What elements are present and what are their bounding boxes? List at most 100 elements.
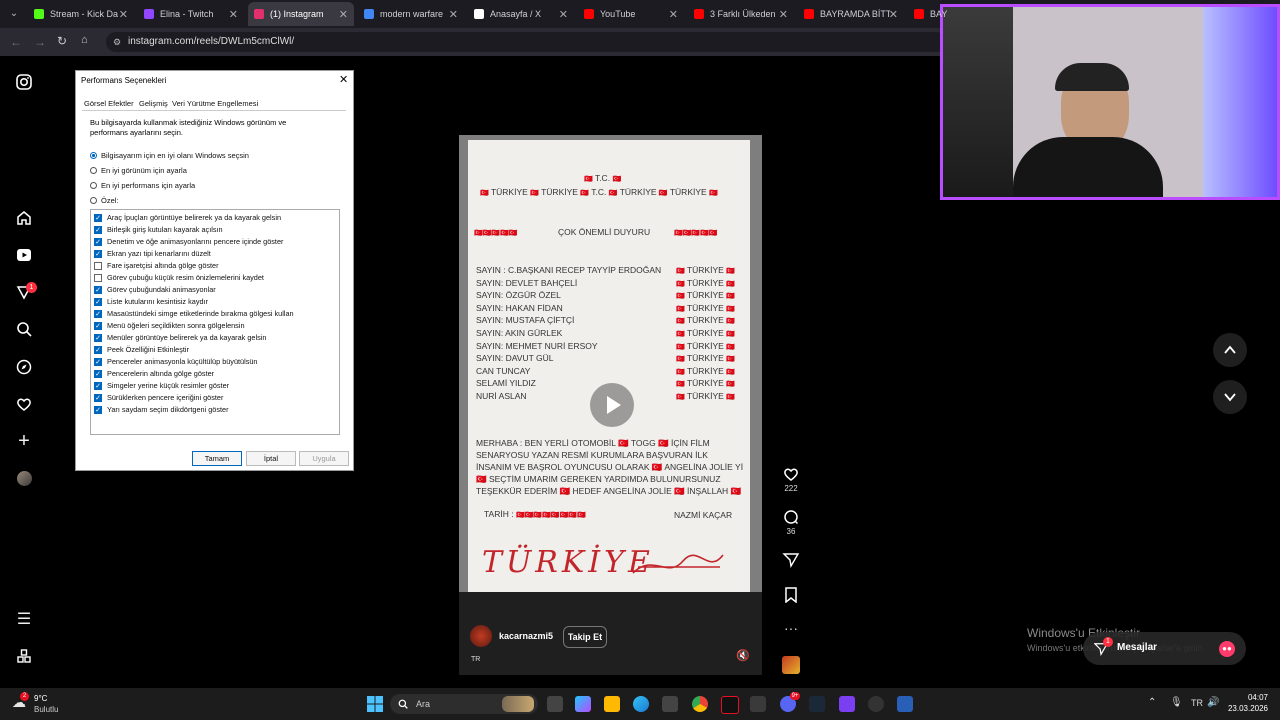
checkbox-icon[interactable]: ✓ [94,249,102,258]
checkbox-icon[interactable]: ✓ [94,309,102,318]
browser-tab[interactable]: (1) Instagram ✕ [248,2,354,26]
visual-preset-radio[interactable]: Özel: [90,196,119,205]
forward-icon[interactable]: → [34,35,46,49]
instagram-logo-icon[interactable] [14,72,34,92]
tab-data-execution-prevention[interactable]: Veri Yürütme Engellemesi [172,99,258,108]
visual-preset-radio[interactable]: En iyi görünüm için ayarla [90,166,187,175]
tab-close-icon[interactable]: ✕ [889,8,898,21]
reload-icon[interactable]: ↻ [57,34,67,48]
audio-thumbnail[interactable] [782,656,800,674]
visual-preset-radio[interactable]: En iyi performans için ayarla [90,181,195,190]
app-purple-icon[interactable] [839,696,855,712]
tab-close-icon[interactable]: ✕ [339,8,348,21]
more-menu-icon[interactable]: ☰ [14,609,34,629]
visual-effect-option[interactable]: ✓ Araç İpuçları görüntüye belirerek ya da… [94,213,281,222]
checkbox-icon[interactable]: ✓ [94,345,102,354]
checkbox-icon[interactable]: ✓ [94,357,102,366]
visual-effect-option[interactable]: Görev çubuğu küçük resim önizlemelerini … [94,273,264,282]
comment-icon[interactable] [782,509,800,525]
visual-effect-option[interactable]: ✓ Pencerelerin altında gölge göster [94,369,214,378]
browser-tab[interactable]: Stream - Kick Da ✕ [28,2,134,26]
visual-preset-radio[interactable]: Bilgisayarım için en iyi olanı Windows s… [90,151,249,160]
tab-close-icon[interactable]: ✕ [449,8,458,21]
checkbox-icon[interactable]: ✓ [94,333,102,342]
tab-close-icon[interactable]: ✕ [229,8,238,21]
app-icon[interactable] [750,696,766,712]
tab-visual-effects[interactable]: Görsel Efektler [84,99,134,108]
capcut-icon[interactable] [721,696,739,714]
checkbox-icon[interactable]: ✓ [94,321,102,330]
mute-icon[interactable]: 🔇 [736,649,750,662]
taskbar-search-box[interactable]: Ara [390,694,538,714]
checkbox-icon[interactable] [94,273,102,282]
visual-effect-option[interactable]: ✓ Denetim ve öğe animasyonlarını pencere … [94,237,283,246]
tab-close-icon[interactable]: ✕ [119,8,128,21]
visual-effect-option[interactable]: ✓ Menüler görüntüye belirerek ya da kayar… [94,333,266,342]
browser-tab[interactable]: BAYRAMDA BİTTİ ✕ [798,2,904,26]
clock-time[interactable]: 04:07 [1228,693,1268,702]
tab-close-icon[interactable]: ✕ [559,8,568,21]
browser-tab[interactable]: Elina - Twitch ✕ [138,2,244,26]
messages-button[interactable]: 1 Mesajlar ●● [1083,632,1246,665]
like-action[interactable]: 222 [780,466,802,493]
visual-effect-option[interactable]: ✓ Ekran yazı tipi kenarlarını düzelt [94,249,211,258]
checkbox-icon[interactable]: ✓ [94,213,102,222]
checkbox-icon[interactable]: ✓ [94,381,102,390]
profile-avatar[interactable] [17,471,32,486]
tray-chevron-up-icon[interactable]: ⌃ [1148,697,1156,708]
save-action[interactable] [780,587,802,605]
visual-effect-option[interactable]: Fare işaretçisi altında gölge göster [94,261,219,270]
file-explorer-icon[interactable] [604,696,620,712]
follow-button[interactable]: Takip Et [563,626,607,648]
creator-username[interactable]: kacarnazmi5 [499,631,553,641]
like-heart-icon[interactable] [782,466,800,482]
checkbox-icon[interactable]: ✓ [94,393,102,402]
visual-effect-option[interactable]: ✓ Menü öğeleri seçildikten sonra gölgelen… [94,321,245,330]
home-icon[interactable]: ⌂ [81,34,88,46]
store-icon[interactable] [662,696,678,712]
back-icon[interactable]: ← [10,35,22,49]
visual-effect-option[interactable]: ✓ Birleşik giriş kutuları kayarak açılsın [94,225,223,234]
search-nav-icon[interactable] [14,319,34,339]
audio-label[interactable]: TR [471,656,480,663]
browser-tab[interactable]: 3 Farklı Ülkeden ✕ [688,2,794,26]
apply-button[interactable]: Uygula [299,451,349,466]
visual-effect-option[interactable]: ✓ Yarı saydam seçim dikdörtgeni göster [94,405,229,414]
threads-grid-icon[interactable] [14,646,34,666]
browser-tab[interactable]: BAY [908,2,1014,26]
checkbox-icon[interactable]: ✓ [94,405,102,414]
share-send-icon[interactable] [782,552,800,569]
browser-tab[interactable]: Anasayfa / X ✕ [468,2,574,26]
checkbox-icon[interactable] [94,261,102,270]
visual-effect-option[interactable]: ✓ Masaüstündeki simge etiketlerinde bırak… [94,309,294,318]
url-field[interactable]: ⚙ instagram.com/reels/DWLm5cmClWl/ [106,32,946,52]
edge-icon[interactable] [633,696,649,712]
reels-nav-icon[interactable] [14,245,34,265]
explore-compass-icon[interactable] [14,357,34,377]
site-info-icon[interactable]: ⚙ [113,32,121,52]
creator-avatar[interactable] [470,625,492,647]
visual-effect-option[interactable]: ✓ Pencereler animasyonla küçültülüp büyüt… [94,357,258,366]
tab-list-chevron-icon[interactable]: ⌄ [6,6,22,22]
cancel-button[interactable]: İptal [246,451,296,466]
checkbox-icon[interactable]: ✓ [94,297,102,306]
visual-effect-option[interactable]: ✓ Sürüklerken pencere içeriğini göster [94,393,223,402]
browser-tab[interactable]: modern warfare ✕ [358,2,464,26]
task-view-icon[interactable] [547,696,563,712]
visual-effect-option[interactable]: ✓ Görev çubuğundaki animasyonlar [94,285,216,294]
clock-date[interactable]: 23.03.2026 [1224,704,1268,713]
visual-effects-list[interactable]: ✓ Araç İpuçları görüntüye belirerek ya da… [90,209,340,435]
next-reel-chevron-down-icon[interactable] [1213,380,1247,414]
start-windows-icon[interactable] [367,696,383,717]
checkbox-icon[interactable]: ✓ [94,369,102,378]
bookmark-icon[interactable] [782,587,800,604]
comment-action[interactable]: 36 [780,509,802,536]
tab-close-icon[interactable]: ✕ [669,8,678,21]
volume-icon[interactable]: 🔊 [1207,697,1219,708]
more-options-icon[interactable]: ··· [780,620,802,636]
notifications-heart-icon[interactable] [14,394,34,414]
visual-effect-option[interactable]: ✓ Liste kutularını kesintisiz kaydır [94,297,208,306]
copilot-icon[interactable] [575,696,591,712]
visual-effect-option[interactable]: ✓ Simgeler yerine küçük resimler göster [94,381,229,390]
performance-options-taskbar-icon[interactable] [897,696,913,712]
